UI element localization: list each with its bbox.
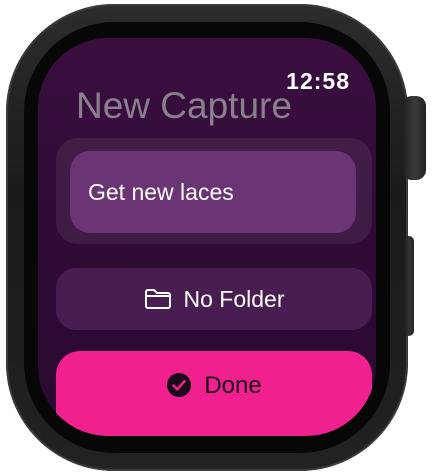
done-label: Done (204, 372, 262, 399)
capture-text-value: Get new laces (88, 178, 234, 205)
capture-input-card: Get new laces (56, 138, 372, 244)
capture-text-field[interactable]: Get new laces (70, 151, 356, 233)
status-time: 12:58 (286, 68, 350, 94)
folder-select-button[interactable]: No Folder (56, 268, 372, 330)
checkmark-circle-icon (166, 372, 192, 398)
folder-label: No Folder (183, 285, 285, 312)
watch-screen: 12:58 New Capture Get new laces No Folde… (38, 38, 376, 436)
digital-crown[interactable] (402, 96, 426, 180)
folder-icon (144, 288, 172, 310)
done-button[interactable]: Done (56, 351, 372, 436)
side-button[interactable] (404, 236, 414, 336)
page-title: New Capture (76, 85, 292, 126)
